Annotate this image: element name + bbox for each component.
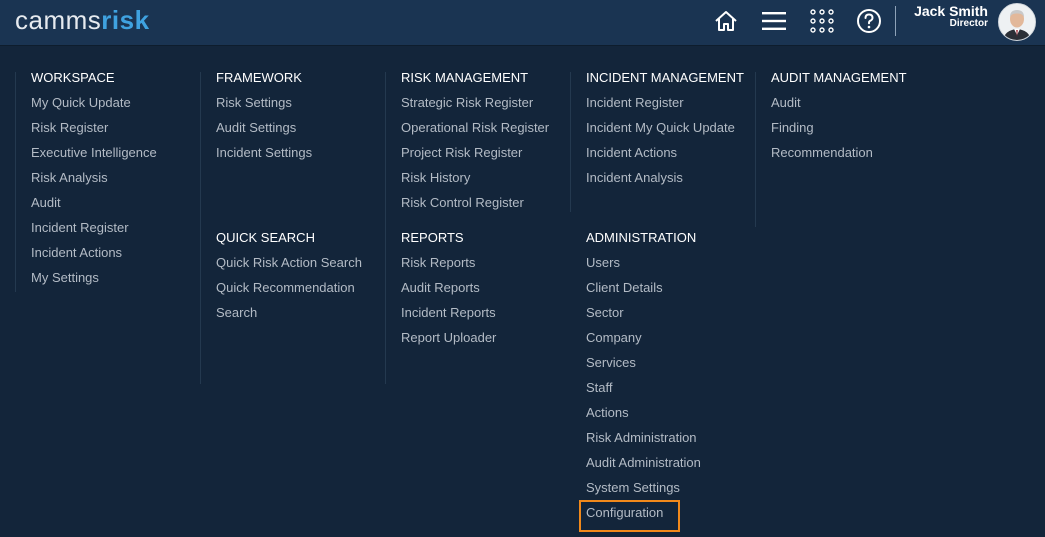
configuration-highlight-box (579, 500, 680, 532)
column-divider (570, 72, 571, 212)
menu-item-risk-reports[interactable]: Risk Reports (401, 255, 496, 271)
menu-item-operational-risk-register[interactable]: Operational Risk Register (401, 120, 549, 136)
menu-item-risk-analysis[interactable]: Risk Analysis (31, 170, 157, 186)
menu-item-system-settings[interactable]: System Settings (586, 480, 701, 496)
menu-item-client-details[interactable]: Client Details (586, 280, 701, 296)
section-title-risk-management: RISK MANAGEMENT (401, 70, 529, 85)
menu-item-quick-recommendation[interactable]: Quick Recommendation (216, 280, 362, 296)
menu-item-risk-register[interactable]: Risk Register (31, 120, 157, 136)
menu-item-strategic-risk-register[interactable]: Strategic Risk Register (401, 95, 549, 111)
section-title-incident-management: INCIDENT MANAGEMENT (586, 70, 744, 85)
column-divider (15, 72, 16, 292)
avatar[interactable] (998, 3, 1036, 41)
menu-item-company[interactable]: Company (586, 330, 701, 346)
menu-item-audit[interactable]: Audit (31, 195, 157, 211)
help-icon[interactable] (854, 7, 884, 35)
menu-item-report-uploader[interactable]: Report Uploader (401, 330, 496, 346)
column-divider (200, 72, 201, 384)
menu-item-audit-administration[interactable]: Audit Administration (586, 455, 701, 471)
menu-item-my-settings[interactable]: My Settings (31, 270, 157, 286)
menu-item-actions[interactable]: Actions (586, 405, 701, 421)
section-incident-management: INCIDENT MANAGEMENT Incident Register In… (586, 70, 744, 195)
section-title-audit-management: AUDIT MANAGEMENT (771, 70, 907, 85)
section-title-reports: REPORTS (401, 230, 464, 245)
logo-text-risk: risk (101, 5, 150, 35)
menu-item-audit-settings[interactable]: Audit Settings (216, 120, 312, 136)
section-title-quick-search: QUICK SEARCH (216, 230, 315, 245)
menu-item-staff[interactable]: Staff (586, 380, 701, 396)
menu-item-incident-analysis[interactable]: Incident Analysis (586, 170, 744, 186)
logo-text-camms: camms (15, 5, 102, 35)
menu-item-incident-actions[interactable]: Incident Actions (31, 245, 157, 261)
user-role: Director (949, 18, 988, 29)
menu-item-risk-history[interactable]: Risk History (401, 170, 549, 186)
header-divider (895, 6, 896, 36)
menu-item-audit[interactable]: Audit (771, 95, 907, 111)
menu-item-my-quick-update[interactable]: My Quick Update (31, 95, 157, 111)
section-audit-management: AUDIT MANAGEMENT Audit Finding Recommend… (771, 70, 907, 170)
menu-item-incident-register[interactable]: Incident Register (31, 220, 157, 236)
menu-item-incident-my-quick-update[interactable]: Incident My Quick Update (586, 120, 744, 136)
section-title-framework: FRAMEWORK (216, 70, 302, 85)
menu-icon[interactable] (759, 7, 789, 35)
section-administration: ADMINISTRATION Users Client Details Sect… (586, 230, 701, 530)
section-framework: FRAMEWORK Risk Settings Audit Settings I… (216, 70, 312, 170)
menu-item-incident-reports[interactable]: Incident Reports (401, 305, 496, 321)
menu-item-risk-settings[interactable]: Risk Settings (216, 95, 312, 111)
column-divider (385, 72, 386, 384)
menu-item-recommendation[interactable]: Recommendation (771, 145, 907, 161)
section-workspace: WORKSPACE My Quick Update Risk Register … (31, 70, 157, 295)
section-quick-search: QUICK SEARCH Quick Risk Action Search Qu… (216, 230, 362, 330)
menu-item-executive-intelligence[interactable]: Executive Intelligence (31, 145, 157, 161)
menu-item-audit-reports[interactable]: Audit Reports (401, 280, 496, 296)
menu-item-search[interactable]: Search (216, 305, 362, 321)
menu-item-finding[interactable]: Finding (771, 120, 907, 136)
menu-item-incident-register[interactable]: Incident Register (586, 95, 744, 111)
app-logo[interactable]: cammsrisk (15, 5, 150, 35)
top-bar: cammsrisk Jack Smith Director (0, 0, 1045, 45)
home-icon[interactable] (711, 7, 741, 35)
section-risk-management: RISK MANAGEMENT Strategic Risk Register … (401, 70, 549, 220)
menu-item-risk-administration[interactable]: Risk Administration (586, 430, 701, 446)
menu-item-services[interactable]: Services (586, 355, 701, 371)
column-divider (755, 72, 756, 227)
menu-item-quick-risk-action-search[interactable]: Quick Risk Action Search (216, 255, 362, 271)
menu-item-incident-actions[interactable]: Incident Actions (586, 145, 744, 161)
section-reports: REPORTS Risk Reports Audit Reports Incid… (401, 230, 496, 355)
user-name[interactable]: Jack Smith (914, 3, 988, 19)
apps-grid-icon[interactable] (807, 7, 837, 35)
menu-item-users[interactable]: Users (586, 255, 701, 271)
section-title-workspace: WORKSPACE (31, 70, 115, 85)
menu-item-project-risk-register[interactable]: Project Risk Register (401, 145, 549, 161)
section-title-administration: ADMINISTRATION (586, 230, 697, 245)
menu-item-incident-settings[interactable]: Incident Settings (216, 145, 312, 161)
menu-item-sector[interactable]: Sector (586, 305, 701, 321)
menu-item-risk-control-register[interactable]: Risk Control Register (401, 195, 549, 211)
